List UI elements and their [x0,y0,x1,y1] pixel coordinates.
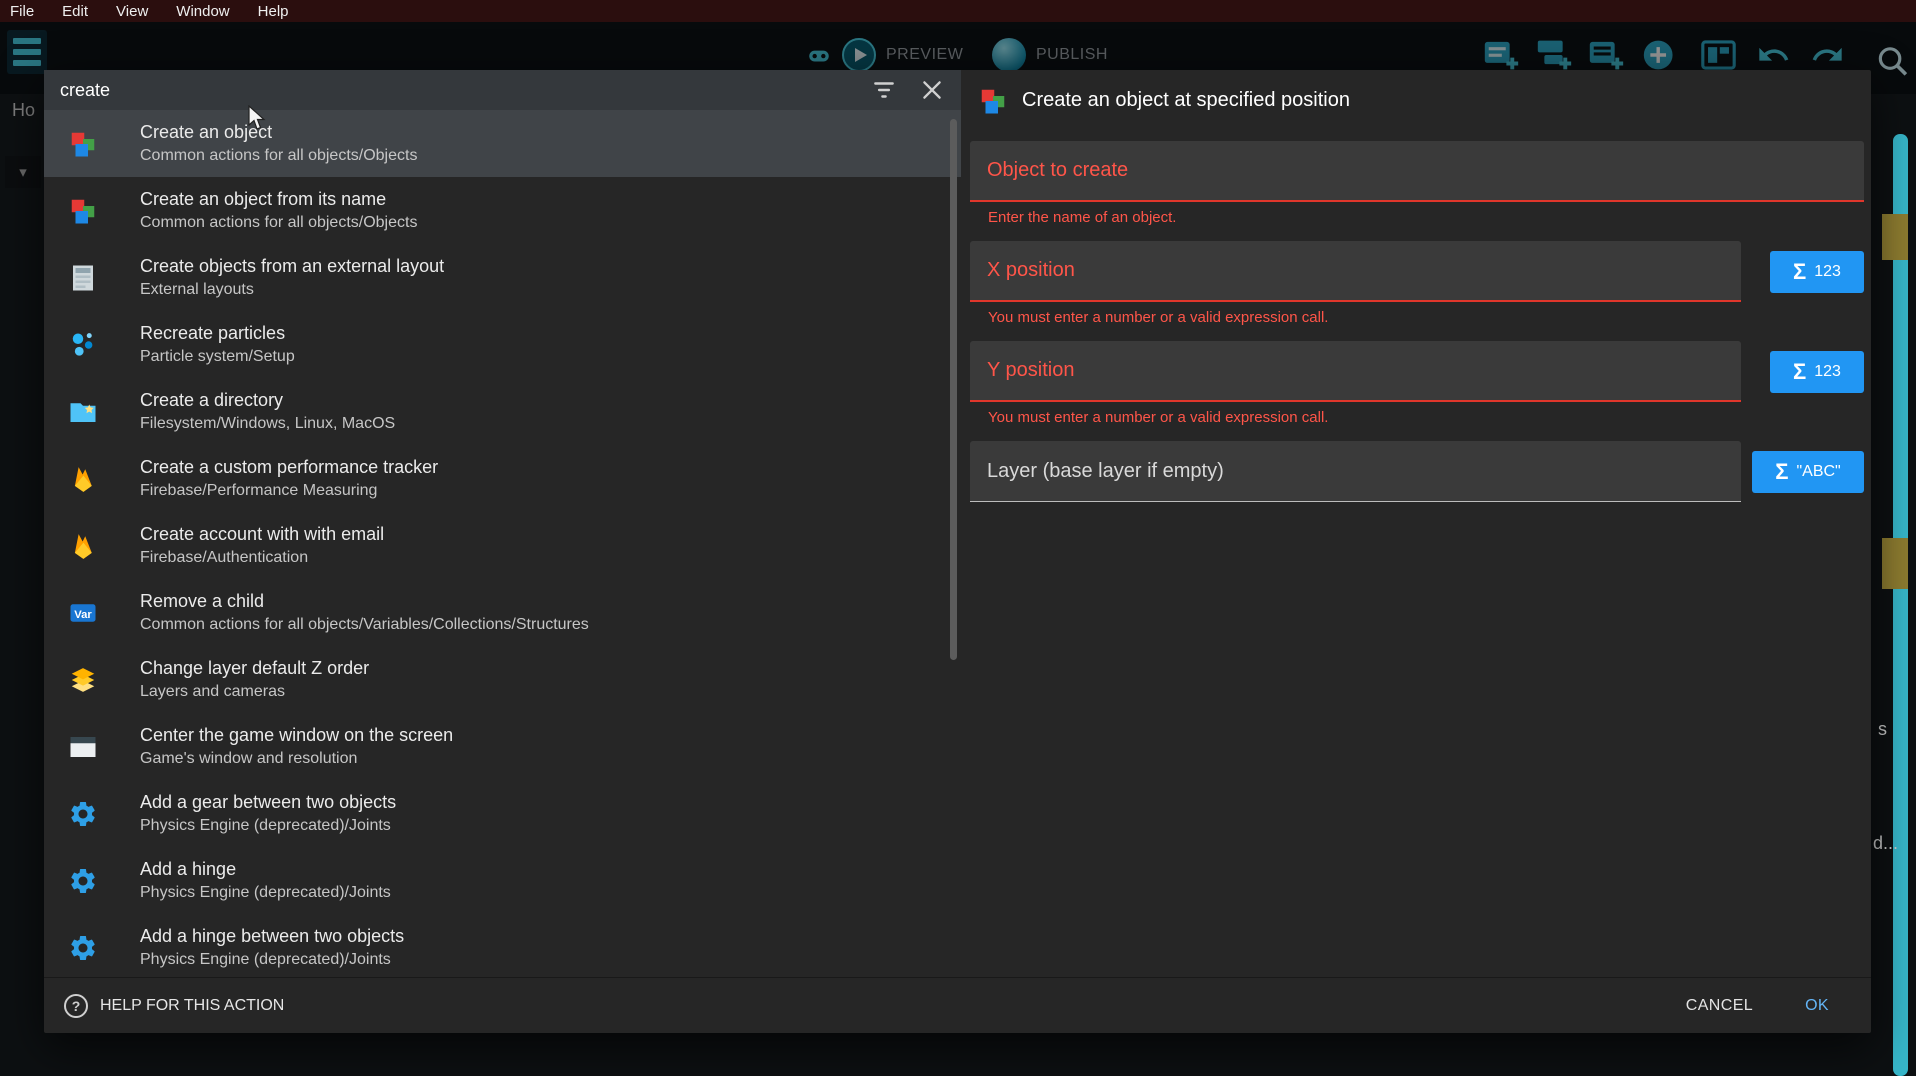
menu-bar: File Edit View Window Help [0,0,1916,22]
app-scrollbar[interactable] [1893,134,1908,1076]
panel-fragment [1882,538,1908,589]
menu-file[interactable]: File [10,3,34,20]
sigma-icon: Σ [1793,361,1806,383]
action-list-item[interactable]: Create objects from an external layout E… [44,244,961,311]
filter-icon[interactable] [871,77,897,103]
menu-edit[interactable]: Edit [62,3,88,20]
create-object-icon [978,86,1008,116]
action-list-scrollbar[interactable] [950,119,957,660]
create-object-icon [68,196,98,226]
action-search-panel: Create an object Common actions for all … [44,70,961,977]
x-expression-button[interactable]: Σ 123 [1770,251,1864,293]
variable-icon [68,598,98,628]
layers-icon [68,665,98,695]
physics-joint-icon [68,933,98,963]
action-list-item[interactable]: Create a custom performance tracker Fire… [44,445,961,512]
y-expression-button[interactable]: Σ 123 [1770,351,1864,393]
instruction-editor-dialog: Create an object Common actions for all … [44,70,1871,1033]
sigma-icon: Σ [1775,461,1788,483]
action-list-item[interactable]: Recreate particles Particle system/Setup [44,311,961,378]
create-object-icon [68,129,98,159]
x-field-error: You must enter a number or a valid expre… [988,309,1864,326]
action-header: Create an object at specified position [970,70,1864,131]
action-list-item[interactable]: Add a gear between two objects Physics E… [44,780,961,847]
dialog-footer: ? HELP FOR THIS ACTION CANCEL OK [44,977,1871,1033]
action-parameters-panel: Create an object at specified position O… [961,70,1871,977]
layer-field[interactable]: Layer (base layer if empty) [970,441,1741,502]
menu-view[interactable]: View [116,3,148,20]
sigma-icon: Σ [1793,261,1806,283]
particles-icon [68,330,98,360]
physics-joint-icon [68,799,98,829]
action-list-item[interactable]: Create account with with email Firebase/… [44,512,961,579]
action-list-item[interactable]: Change layer default Z order Layers and … [44,646,961,713]
action-list: Create an object Common actions for all … [44,110,961,977]
action-list-item[interactable]: Add a hinge Physics Engine (deprecated)/… [44,847,961,914]
action-list-item[interactable]: Center the game window on the screen Gam… [44,713,961,780]
action-list-item[interactable]: Create an object Common actions for all … [44,110,961,177]
object-field-helper: Enter the name of an object. [988,209,1864,226]
search-input[interactable] [60,80,849,101]
firebase-icon [68,464,98,494]
x-position-field[interactable]: X position [970,241,1741,302]
external-layout-icon [68,263,98,293]
window-icon [68,732,98,762]
layer-expression-button[interactable]: Σ "ABC" [1752,451,1864,493]
physics-joint-icon [68,866,98,896]
ok-button[interactable]: OK [1805,997,1829,1015]
cancel-button[interactable]: CANCEL [1686,997,1753,1015]
folder-icon [68,397,98,427]
object-to-create-field[interactable]: Object to create [970,141,1864,202]
action-list-item[interactable]: Create a directory Filesystem/Windows, L… [44,378,961,445]
help-icon: ? [64,994,88,1018]
screen: File Edit View Window Help PREVIEW PUBLI… [0,0,1916,1076]
action-search-bar [44,70,961,110]
y-position-field[interactable]: Y position [970,341,1741,402]
menu-help[interactable]: Help [258,3,289,20]
cutoff-text-fragment: s [1878,719,1887,740]
y-field-error: You must enter a number or a valid expre… [988,409,1864,426]
action-title: Create an object at specified position [1022,89,1350,112]
action-list-item[interactable]: Create an object from its name Common ac… [44,177,961,244]
panel-fragment [1882,214,1908,260]
cutoff-text-fragment: d... [1873,833,1898,854]
action-list-item[interactable]: Remove a child Common actions for all ob… [44,579,961,646]
action-list-item[interactable]: Add a hinge between two objects Physics … [44,914,961,977]
menu-window[interactable]: Window [176,3,229,20]
firebase-icon [68,531,98,561]
close-icon[interactable] [919,77,945,103]
help-button[interactable]: ? HELP FOR THIS ACTION [64,994,284,1018]
